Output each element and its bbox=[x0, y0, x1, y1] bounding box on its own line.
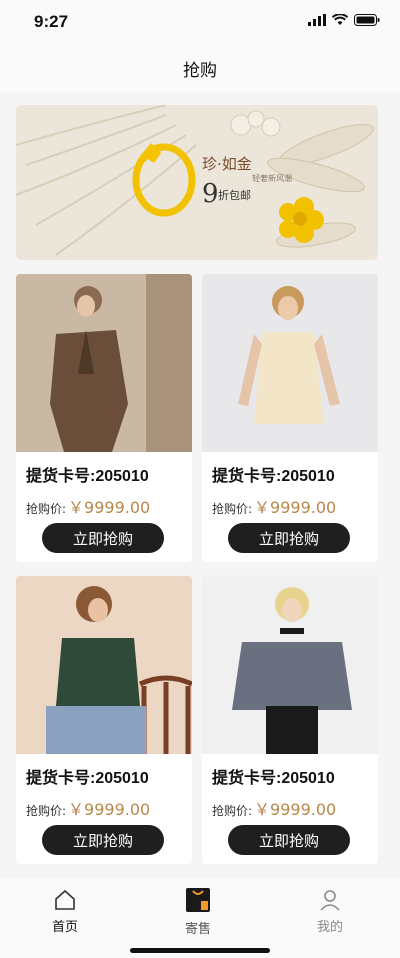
product-code: 提货卡号:205010 bbox=[26, 770, 149, 787]
buy-now-button[interactable]: 立即抢购 bbox=[228, 523, 350, 553]
product-card[interactable]: 提货卡号:205010 抢购价: ￥9999.00 立即抢购 bbox=[202, 274, 378, 562]
home-indicator bbox=[130, 948, 270, 953]
product-card[interactable]: 提货卡号:205010 抢购价: ￥9999.00 立即抢购 bbox=[202, 576, 378, 864]
tab-home-label: 首页 bbox=[51, 920, 78, 935]
tab-consign[interactable]: 寄售 bbox=[158, 882, 238, 937]
tab-bar: 首页 寄售 我的 bbox=[0, 878, 400, 958]
promo-banner[interactable]: 珍·如金 轻奢新风潮 9 折包邮 bbox=[16, 105, 378, 260]
price-label: 抢购价: bbox=[26, 804, 67, 818]
status-icons bbox=[308, 14, 380, 26]
page-title: 抢购 bbox=[183, 60, 217, 81]
buy-now-button[interactable]: 立即抢购 bbox=[42, 825, 164, 855]
banner-brand: 珍·如金 bbox=[202, 155, 252, 173]
product-code: 提货卡号:205010 bbox=[212, 468, 335, 485]
banner-tagline: 轻奢新风潮 bbox=[252, 174, 292, 183]
price-label: 抢购价: bbox=[26, 502, 67, 516]
product-image[interactable] bbox=[16, 576, 192, 754]
product-image[interactable] bbox=[16, 274, 192, 452]
battery-icon bbox=[354, 14, 380, 26]
price-value: ￥9999.00 bbox=[254, 498, 337, 517]
price-row: 抢购价: ￥9999.00 bbox=[26, 796, 150, 820]
home-icon bbox=[55, 889, 75, 910]
price-value: ￥9999.00 bbox=[68, 800, 151, 819]
price-row: 抢购价: ￥9999.00 bbox=[212, 796, 336, 820]
buy-now-button[interactable]: 立即抢购 bbox=[42, 523, 164, 553]
product-image[interactable] bbox=[202, 576, 378, 754]
price-value: ￥9999.00 bbox=[68, 498, 151, 517]
product-card[interactable]: 提货卡号:205010 抢购价: ￥9999.00 立即抢购 bbox=[16, 274, 192, 562]
wifi-icon bbox=[332, 14, 348, 25]
price-row: 抢购价: ￥9999.00 bbox=[26, 494, 150, 518]
tab-consign-label: 寄售 bbox=[184, 922, 211, 937]
price-label: 抢购价: bbox=[212, 502, 253, 516]
price-value: ￥9999.00 bbox=[254, 800, 337, 819]
product-code: 提货卡号:205010 bbox=[212, 770, 335, 787]
product-code: 提货卡号:205010 bbox=[26, 468, 149, 485]
tab-mine[interactable]: 我的 bbox=[290, 886, 370, 935]
tab-home[interactable]: 首页 bbox=[25, 886, 105, 935]
product-card[interactable]: 提货卡号:205010 抢购价: ￥9999.00 立即抢购 bbox=[16, 576, 192, 864]
status-time: 9:27 bbox=[34, 12, 69, 31]
price-row: 抢购价: ￥9999.00 bbox=[212, 494, 336, 518]
nav-bar: 抢购 bbox=[0, 44, 400, 92]
banner-discount-number: 9 bbox=[202, 179, 219, 209]
buy-now-button[interactable]: 立即抢购 bbox=[228, 825, 350, 855]
product-image[interactable] bbox=[202, 274, 378, 452]
banner-illustration bbox=[16, 105, 378, 260]
signal-icon bbox=[308, 14, 326, 26]
shopping-bag-icon bbox=[186, 888, 210, 912]
banner-discount-text: 折包邮 bbox=[218, 189, 251, 202]
user-icon bbox=[320, 890, 340, 911]
price-label: 抢购价: bbox=[212, 804, 253, 818]
tab-mine-label: 我的 bbox=[316, 920, 343, 935]
status-bar: 9:27 bbox=[0, 0, 400, 44]
